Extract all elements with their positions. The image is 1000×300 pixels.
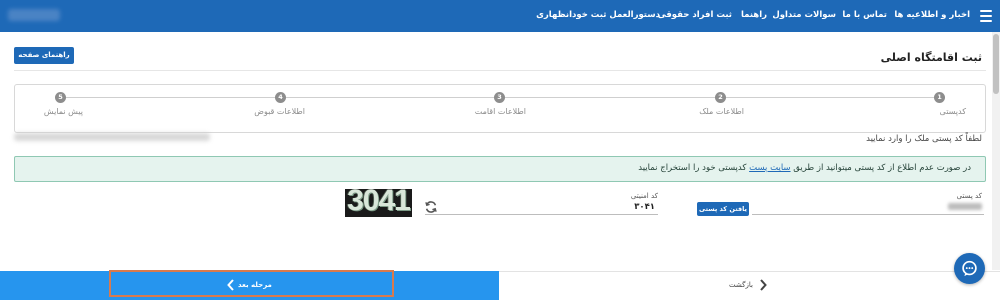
nav-item-declaration-guide[interactable]: دستورالعمل ثبت خودانظهاری [536, 10, 660, 24]
blurred-logo [8, 9, 60, 21]
hamburger-menu-icon[interactable] [980, 10, 992, 22]
alert-text-after: کدپستی خود را استخراج نمایید [638, 163, 750, 173]
nav-item-faq[interactable]: سوالات متداول [772, 10, 836, 24]
captcha-image: 3041 [345, 189, 412, 217]
chevron-right-icon [760, 279, 767, 291]
step-5-dot: 5 [55, 92, 66, 103]
postal-code-label: کد پستی [956, 192, 982, 200]
post-site-link[interactable]: سایت پست [749, 163, 790, 173]
step-3-label: اطلاعات اقامت [474, 107, 526, 116]
refresh-captcha-icon[interactable] [424, 200, 438, 214]
find-postal-code-button[interactable]: یافتن کد پستی [697, 202, 749, 216]
chat-bubble-icon [962, 260, 977, 277]
scrollbar-thumb[interactable] [993, 34, 999, 94]
chat-support-button[interactable] [954, 253, 985, 284]
next-step-label: مرحله بعد [238, 281, 272, 289]
alert-message: در صورت عدم اطلاع از کد پستی میتوانید از… [638, 163, 971, 173]
nav-item-news[interactable]: اخبار و اطلاعیه ها [894, 10, 970, 24]
postal-code-prompt: لطفاً کد پستی ملک را وارد نمایید [866, 134, 982, 144]
step-4-dot: 4 [275, 92, 286, 103]
step-5-label: پیش نمایش [43, 107, 83, 116]
step-2-label: اطلاعات ملک [699, 107, 744, 116]
blurred-postal-value [948, 203, 982, 210]
title-divider [14, 70, 986, 71]
nav-item-contact[interactable]: تماس با ما [842, 10, 887, 24]
captcha-label: کد امنیتی [630, 192, 658, 200]
alert-text-before: در صورت عدم اطلاع از کد پستی میتوانید از… [790, 163, 971, 173]
step-3-dot: 3 [494, 92, 505, 103]
step-1-label: کدپستی [939, 107, 966, 116]
back-button-label: بازگشت [729, 281, 753, 289]
captcha-image-text: 3041 [347, 189, 411, 217]
nav-item-help[interactable]: راهنما [741, 10, 767, 24]
page-title: ثبت اقامتگاه اصلی [880, 51, 982, 64]
step-2-dot: 2 [715, 92, 726, 103]
step-4-label: اطلاعات قبوض [254, 107, 305, 116]
info-alert: در صورت عدم اطلاع از کد پستی میتوانید از… [14, 156, 986, 182]
page-guide-button[interactable]: راهنمای صفحه [14, 47, 74, 64]
chevron-left-icon [227, 279, 234, 291]
captcha-input[interactable] [425, 200, 658, 215]
captcha-input-value: ۳۰۴۱ [634, 202, 655, 212]
nav-item-legal-entities[interactable]: ثبت افراد حقوقی [658, 10, 732, 24]
step-1-dot: 1 [934, 92, 945, 103]
blurred-owner-info [14, 133, 210, 141]
